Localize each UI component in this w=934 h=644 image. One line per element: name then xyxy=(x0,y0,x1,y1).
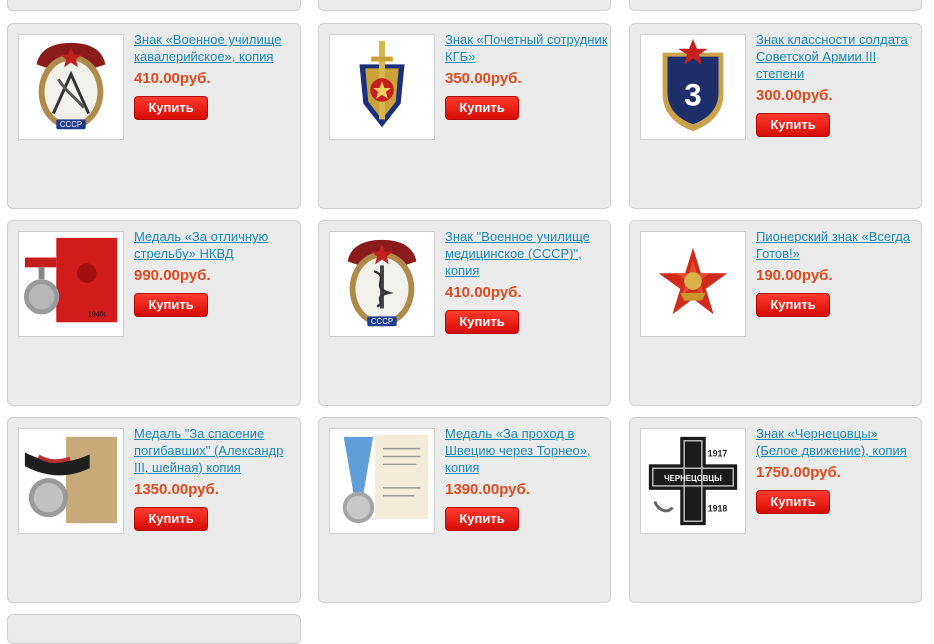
year-label: 1940г. xyxy=(88,311,107,318)
product-image[interactable]: СССР xyxy=(329,231,435,337)
buy-button[interactable]: Купить xyxy=(134,507,208,531)
product-title-link[interactable]: Медаль "За спасение погибавших" (Алексан… xyxy=(134,425,299,476)
product-title-link[interactable]: Знак «Чернецовцы» (Белое движение), копи… xyxy=(756,425,921,459)
product-title-link[interactable]: Медаль «За отличную стрельбу» НКВД xyxy=(134,228,299,262)
product-price: 1390.00руб. xyxy=(445,481,530,498)
product-card: 1940г. Медаль «За отличную стрельбу» НКВ… xyxy=(7,220,301,406)
product-price: 1750.00руб. xyxy=(756,464,841,481)
product-price: 300.00руб. xyxy=(756,87,833,104)
product-price: 190.00руб. xyxy=(756,267,833,284)
product-title-link[interactable]: Медаль «За проход в Швецию через Торнео»… xyxy=(445,425,610,476)
badge-chernetsovtsy-image: 1917 1918 ЧЕРНЕЦОВЦЫ xyxy=(648,436,738,526)
product-card: СССР Знак «Военное училище кавалерийское… xyxy=(7,23,301,209)
product-price: 410.00руб. xyxy=(134,70,211,87)
product-price: 1350.00руб. xyxy=(134,481,219,498)
chernetsovtsy-label: ЧЕРНЕЦОВЦЫ xyxy=(664,474,722,483)
buy-button[interactable]: Купить xyxy=(445,96,519,120)
product-image[interactable]: 1940г. xyxy=(18,231,124,337)
badge-kgb-image xyxy=(359,40,405,128)
buy-button[interactable]: Купить xyxy=(445,507,519,531)
badge-number: 3 xyxy=(684,78,701,113)
product-image[interactable] xyxy=(640,231,746,337)
product-image[interactable]: 3 xyxy=(640,34,746,140)
product-title-link[interactable]: Знак классности солдата Советской Армии … xyxy=(756,31,921,82)
badge-pioneer-image xyxy=(658,247,728,315)
product-card: 1917 1918 ЧЕРНЕЦОВЦЫ Знак «Чернецовцы» (… xyxy=(629,417,922,603)
buy-button[interactable]: Купить xyxy=(445,310,519,334)
cccp-label: СССР xyxy=(60,120,82,129)
product-card: Медаль "За спасение погибавших" (Алексан… xyxy=(7,417,301,603)
product-title-link[interactable]: Знак «Военное училище кавалерийское», ко… xyxy=(134,31,299,65)
medal-rescue-image xyxy=(24,436,118,524)
product-image[interactable] xyxy=(329,428,435,534)
badge-medical-image: СССР xyxy=(347,239,417,326)
product-card: Знак «Почетный сотрудник КГБ» 350.00руб.… xyxy=(318,23,611,209)
buy-button[interactable]: Купить xyxy=(756,490,830,514)
product-price: 410.00руб. xyxy=(445,284,522,301)
product-title-link[interactable]: Знак «Почетный сотрудник КГБ» xyxy=(445,31,610,65)
medal-nkvd-image: 1940г. xyxy=(23,237,118,323)
product-image[interactable]: СССР xyxy=(18,34,124,140)
product-price: 350.00руб. xyxy=(445,70,522,87)
badge-class-3-image: 3 xyxy=(662,38,724,132)
product-card-partial xyxy=(7,0,301,11)
product-card-partial xyxy=(7,614,301,644)
product-image[interactable] xyxy=(18,428,124,534)
product-card: 3 Знак классности солдата Советской Арми… xyxy=(629,23,922,209)
product-title-link[interactable]: Пионерский знак «Всегда Готов!» xyxy=(756,228,921,262)
badge-cavalry-image: СССР xyxy=(36,42,106,129)
product-card: СССР Знак "Военное училище медицинское (… xyxy=(318,220,611,406)
buy-button[interactable]: Купить xyxy=(756,293,830,317)
product-card-partial xyxy=(318,0,611,11)
year-1918-label: 1918 xyxy=(708,503,728,513)
product-image[interactable] xyxy=(329,34,435,140)
buy-button[interactable]: Купить xyxy=(756,113,830,137)
product-card-partial xyxy=(629,0,922,11)
medal-torneo-image xyxy=(342,434,429,524)
cccp-label: СССР xyxy=(371,317,393,326)
product-card: Пионерский знак «Всегда Готов!» 190.00ру… xyxy=(629,220,922,406)
buy-button[interactable]: Купить xyxy=(134,96,208,120)
year-1917-label: 1917 xyxy=(708,448,728,458)
product-image[interactable]: 1917 1918 ЧЕРНЕЦОВЦЫ xyxy=(640,428,746,534)
product-card: Медаль «За проход в Швецию через Торнео»… xyxy=(318,417,611,603)
buy-button[interactable]: Купить xyxy=(134,293,208,317)
product-price: 990.00руб. xyxy=(134,267,211,284)
product-title-link[interactable]: Знак "Военное училище медицинское (СССР)… xyxy=(445,228,610,279)
